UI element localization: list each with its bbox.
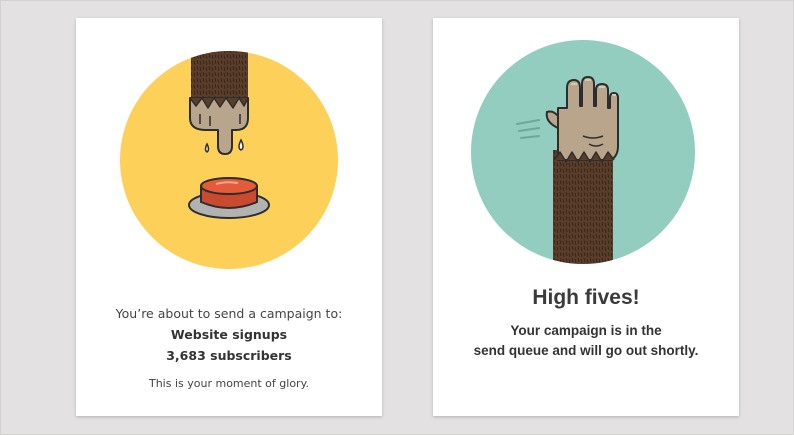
subscriber-count: 3,683 subscribers <box>166 348 292 363</box>
furry-forearm <box>191 51 248 100</box>
tagline-text: This is your moment of glory. <box>148 377 310 390</box>
finger-pressing-red-button-icon <box>120 51 338 269</box>
raised-hand-high-five-icon <box>471 40 695 264</box>
furry-forearm <box>553 150 613 264</box>
send-intro-text: You’re about to send a campaign to: <box>115 306 343 321</box>
success-title: High fives! <box>532 286 640 309</box>
send-confirmation-card: You’re about to send a campaign to: Webs… <box>76 18 382 416</box>
success-message-line-1: Your campaign is in the <box>510 323 662 338</box>
audience-list-name: Website signups <box>170 327 288 342</box>
success-message-line-2: send queue and will go out shortly. <box>473 343 699 358</box>
send-success-card: High fives! Your campaign is in the send… <box>433 18 739 416</box>
red-send-button-top <box>200 177 258 195</box>
